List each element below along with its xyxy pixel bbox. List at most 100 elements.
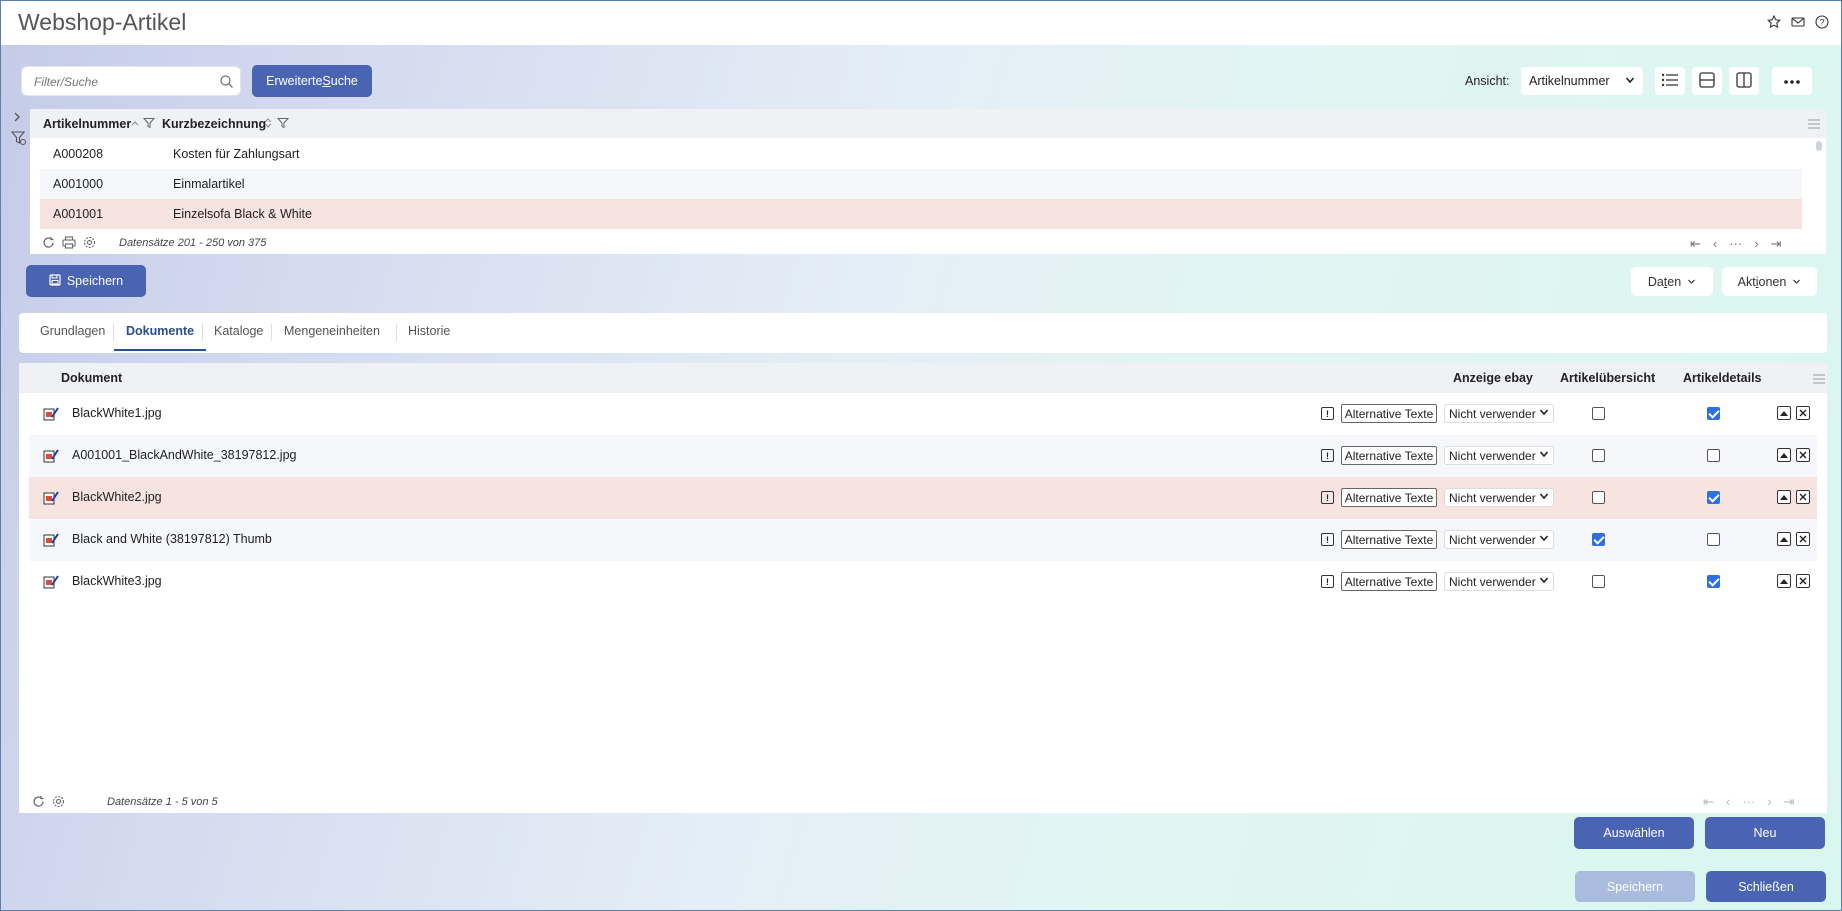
remove-button[interactable]: [1796, 532, 1810, 546]
details-checkbox[interactable]: [1707, 575, 1720, 588]
page-ellipsis-icon[interactable]: ···: [1729, 236, 1742, 252]
alert-icon[interactable]: !: [1321, 491, 1334, 504]
details-checkbox[interactable]: [1707, 407, 1720, 420]
refresh-icon[interactable]: [42, 236, 55, 252]
column-header-details[interactable]: Artikeldetails: [1683, 371, 1762, 385]
print-icon[interactable]: [62, 236, 76, 252]
advanced-search-button[interactable]: Erweiterte Suche: [252, 65, 372, 97]
filter-icon[interactable]: [142, 117, 156, 132]
column-header-dokument[interactable]: Dokument: [61, 371, 122, 385]
new-button[interactable]: Neu: [1705, 817, 1825, 849]
column-header-kurzbezeichnung[interactable]: Kurzbezeichnung: [162, 117, 266, 131]
overview-checkbox[interactable]: [1592, 575, 1605, 588]
split-vertical-button[interactable]: [1729, 67, 1759, 95]
alternative-texts-button[interactable]: Alternative Texte: [1341, 488, 1437, 507]
column-header-artikelnummer[interactable]: Artikelnummer: [43, 117, 133, 131]
filter-search-field[interactable]: [21, 66, 241, 96]
move-up-button[interactable]: [1777, 448, 1791, 462]
tab-mengeneinheiten[interactable]: Mengeneinheiten: [272, 324, 392, 351]
last-page-icon[interactable]: ⇥: [1784, 794, 1795, 810]
alert-icon[interactable]: !: [1321, 533, 1334, 546]
details-checkbox[interactable]: [1707, 491, 1720, 504]
overview-checkbox[interactable]: [1592, 491, 1605, 504]
mail-icon[interactable]: [1790, 14, 1806, 30]
column-menu-icon[interactable]: [1813, 373, 1825, 387]
overview-checkbox[interactable]: [1592, 449, 1605, 462]
tab-dokumente[interactable]: Dokumente: [114, 324, 207, 351]
column-header-overview[interactable]: Artikelübersicht: [1560, 371, 1655, 385]
save-button[interactable]: Speichern: [26, 265, 146, 297]
table-row-selected[interactable]: A001001 Einzelsofa Black & White: [40, 199, 1802, 229]
document-image-icon[interactable]: [43, 490, 59, 509]
next-page-icon[interactable]: ›: [1754, 236, 1758, 252]
tab-kataloge[interactable]: Kataloge: [202, 324, 275, 351]
alert-icon[interactable]: !: [1321, 575, 1334, 588]
alternative-texts-button[interactable]: Alternative Texte: [1341, 530, 1437, 549]
column-header-ebay[interactable]: Anzeige ebay: [1453, 371, 1533, 385]
overview-checkbox[interactable]: [1592, 533, 1605, 546]
remove-button[interactable]: [1796, 574, 1810, 588]
select-button[interactable]: Auswählen: [1574, 817, 1694, 849]
refresh-icon[interactable]: [32, 795, 45, 811]
remove-button[interactable]: [1796, 448, 1810, 462]
filter-settings-icon[interactable]: [10, 130, 27, 149]
move-up-button[interactable]: [1777, 532, 1791, 546]
table-row-selected[interactable]: BlackWhite2.jpg! Alternative Texte Nicht v…: [29, 477, 1817, 519]
split-horizontal-button[interactable]: [1692, 67, 1722, 95]
remove-button[interactable]: [1796, 406, 1810, 420]
filter-icon[interactable]: [276, 117, 290, 132]
tab-grundlagen[interactable]: Grundlagen: [28, 324, 117, 351]
expand-panel-icon[interactable]: [11, 111, 23, 126]
ebay-select[interactable]: Nicht verwender: [1444, 530, 1554, 549]
settings-icon[interactable]: [52, 795, 65, 811]
move-up-button[interactable]: [1777, 574, 1791, 588]
scrollbar[interactable]: [1816, 141, 1822, 151]
sort-icon[interactable]: [130, 118, 140, 132]
last-page-icon[interactable]: ⇥: [1771, 236, 1782, 252]
data-menu-button[interactable]: Daten: [1631, 267, 1713, 296]
details-checkbox[interactable]: [1707, 449, 1720, 462]
alternative-texts-button[interactable]: Alternative Texte: [1341, 572, 1437, 591]
save-disabled-button[interactable]: Speichern: [1575, 871, 1695, 902]
star-icon[interactable]: [1766, 14, 1782, 30]
first-page-icon[interactable]: ⇤: [1703, 794, 1714, 810]
alert-icon[interactable]: !: [1321, 449, 1334, 462]
prev-page-icon[interactable]: ‹: [1713, 236, 1717, 252]
table-row[interactable]: A001000 Einmalartikel: [40, 169, 1802, 199]
sort-icon[interactable]: [263, 117, 273, 132]
table-row[interactable]: A001001_BlackAndWhite_38197812.jpg! Alter…: [29, 435, 1817, 477]
list-view-button[interactable]: [1655, 67, 1685, 95]
next-page-icon[interactable]: ›: [1767, 794, 1771, 810]
ebay-select[interactable]: Nicht verwender: [1444, 488, 1554, 507]
details-checkbox[interactable]: [1707, 533, 1720, 546]
close-button[interactable]: Schließen: [1706, 871, 1826, 902]
table-row[interactable]: Black and White (38197812) Thumb! Alterna…: [29, 519, 1817, 561]
help-icon[interactable]: ?: [1814, 14, 1830, 30]
remove-button[interactable]: [1796, 490, 1810, 504]
page-ellipsis-icon[interactable]: ···: [1742, 794, 1755, 810]
move-up-button[interactable]: [1777, 490, 1791, 504]
overview-checkbox[interactable]: [1592, 407, 1605, 420]
table-row[interactable]: BlackWhite1.jpg! Alternative Texte Nicht v…: [29, 393, 1817, 435]
view-select[interactable]: Artikelnummer: [1521, 67, 1643, 95]
actions-menu-button[interactable]: Aktionen: [1722, 267, 1817, 296]
table-row[interactable]: BlackWhite3.jpg! Alternative Texte Nicht v…: [29, 561, 1817, 603]
ebay-select[interactable]: Nicht verwender: [1444, 404, 1554, 423]
document-image-icon[interactable]: [43, 574, 59, 593]
settings-icon[interactable]: [83, 236, 96, 252]
column-menu-icon[interactable]: [1808, 118, 1820, 132]
document-image-icon[interactable]: [43, 406, 59, 425]
search-input[interactable]: [34, 75, 214, 89]
document-image-icon[interactable]: [43, 448, 59, 467]
table-row[interactable]: A000208 Kosten für Zahlungsart: [40, 139, 1802, 169]
move-up-button[interactable]: [1777, 406, 1791, 420]
alternative-texts-button[interactable]: Alternative Texte: [1341, 404, 1437, 423]
ebay-select[interactable]: Nicht verwender: [1444, 446, 1554, 465]
tab-historie[interactable]: Historie: [396, 324, 462, 351]
first-page-icon[interactable]: ⇤: [1690, 236, 1701, 252]
search-icon[interactable]: [219, 74, 234, 92]
ebay-select[interactable]: Nicht verwender: [1444, 572, 1554, 591]
alternative-texts-button[interactable]: Alternative Texte: [1341, 446, 1437, 465]
alert-icon[interactable]: !: [1321, 407, 1334, 420]
prev-page-icon[interactable]: ‹: [1726, 794, 1730, 810]
